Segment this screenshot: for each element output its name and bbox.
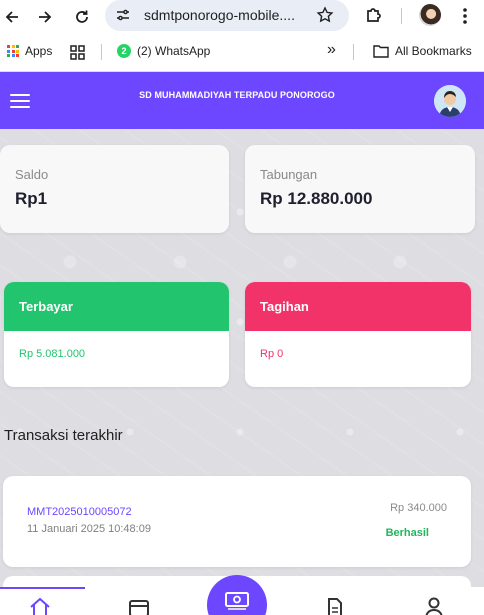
transaction-amount: Rp 340.000 [390, 502, 447, 514]
puzzle-icon [367, 8, 381, 22]
browser-toolbar: sdmtponorogo-mobile.... [0, 0, 484, 34]
saldo-label: Saldo [15, 167, 49, 182]
app-screen: SD MUHAMMADIYAH TERPADU PONOROGO Saldo R… [0, 72, 484, 615]
avatar-person-icon [434, 85, 466, 117]
tagihan-value: Rp 0 [260, 348, 284, 360]
all-bookmarks-label: All Bookmarks [395, 44, 472, 58]
tab-groups-button[interactable] [70, 45, 85, 60]
tabungan-value: Rp 12.880.000 [260, 189, 373, 208]
site-settings-icon[interactable] [115, 7, 131, 23]
saldo-card[interactable]: Saldo Rp1 [0, 145, 229, 233]
browser-menu-button[interactable] [455, 6, 475, 31]
bookmark-apps[interactable]: Apps [7, 44, 52, 58]
folder-icon [373, 45, 389, 58]
school-title: SD MUHAMMADIYAH TERPADU PONOROGO [139, 90, 335, 100]
kebab-menu-icon [463, 8, 467, 24]
saldo-value: Rp1 [15, 189, 48, 208]
document-icon [328, 598, 342, 615]
bookmark-apps-label: Apps [25, 44, 53, 58]
whatsapp-icon: 2 [117, 44, 131, 58]
reload-button[interactable] [70, 5, 94, 29]
active-tab-indicator [0, 587, 85, 589]
tagihan-card[interactable]: Tagihan Rp 0 [245, 282, 471, 387]
bookmark-whatsapp-label: (2) WhatsApp [137, 44, 211, 58]
user-icon [425, 597, 443, 615]
bookmark-star-icon[interactable] [316, 6, 334, 24]
tabungan-card[interactable]: Tabungan Rp 12.880.000 [245, 145, 475, 233]
address-bar[interactable]: sdmtponorogo-mobile.... [105, 0, 349, 31]
terbayar-card[interactable]: Terbayar Rp 5.081.000 [4, 282, 229, 387]
nav-profile[interactable] [422, 597, 446, 615]
bookmarks-overflow-button[interactable]: » [327, 41, 336, 59]
tagihan-label: Tagihan [245, 282, 471, 331]
bookmark-divider [101, 44, 102, 60]
nav-home[interactable] [28, 597, 52, 615]
bookmark-divider-2 [353, 44, 354, 60]
all-bookmarks-button[interactable]: All Bookmarks [373, 44, 472, 58]
forward-arrow-icon [39, 11, 52, 23]
forward-button[interactable] [33, 5, 57, 29]
extensions-button[interactable] [364, 5, 384, 30]
transaction-id: MMT2025010005072 [27, 506, 132, 518]
profile-avatar[interactable] [419, 4, 441, 26]
transaction-status: Berhasil [385, 527, 429, 539]
apps-grid-icon [7, 45, 19, 57]
reload-icon [76, 10, 88, 23]
nav-wallet[interactable] [127, 597, 151, 615]
recent-transactions-title: Transaksi terakhir [4, 427, 123, 444]
tab-grid-icon [70, 45, 85, 60]
wallet-icon [129, 600, 149, 615]
nav-documents[interactable] [323, 597, 347, 615]
tabungan-label: Tabungan [260, 167, 318, 182]
home-icon [30, 597, 50, 615]
terbayar-value: Rp 5.081.000 [19, 348, 86, 360]
back-button[interactable] [0, 5, 24, 29]
url-text[interactable]: sdmtponorogo-mobile.... [144, 7, 295, 23]
app-header: SD MUHAMMADIYAH TERPADU PONOROGO [0, 72, 484, 129]
transaction-date: 11 Januari 2025 10:48:09 [27, 523, 151, 535]
transaction-item[interactable]: MMT2025010005072 11 Januari 2025 10:48:0… [3, 476, 471, 567]
toolbar-divider [401, 8, 402, 24]
back-arrow-icon [5, 11, 18, 23]
user-avatar[interactable] [434, 85, 466, 117]
bookmark-whatsapp[interactable]: 2 (2) WhatsApp [117, 44, 210, 58]
terbayar-label: Terbayar [4, 282, 229, 331]
money-icon [225, 592, 249, 610]
bookmarks-bar: Apps 2 (2) WhatsApp » All Bookmarks [0, 34, 484, 72]
